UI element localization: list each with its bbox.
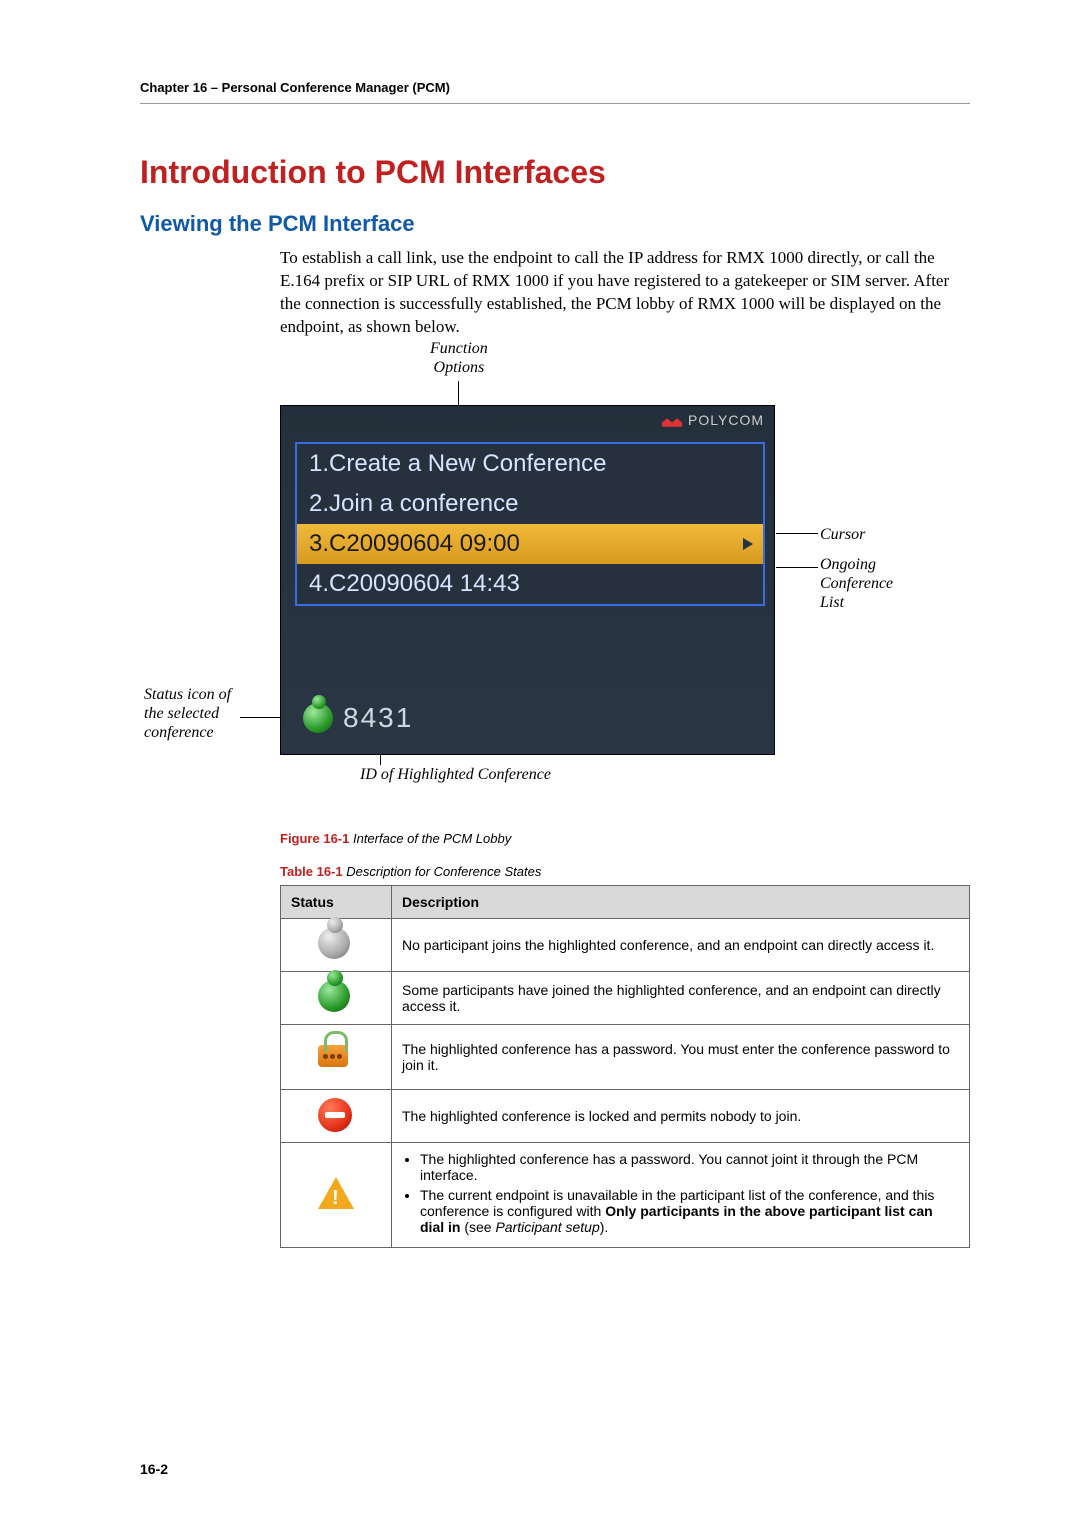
table-caption: Table 16-1 Description for Conference St… bbox=[280, 864, 970, 879]
locked-no-join-icon bbox=[318, 1098, 352, 1132]
pcm-lobby-screenshot: POLYCOM 1.Create a New Conference 2.Join… bbox=[280, 405, 775, 755]
participant-joined-icon bbox=[303, 703, 333, 733]
callout-ongoing-list: Ongoing Conference List bbox=[820, 555, 893, 613]
heading-2: Viewing the PCM Interface bbox=[140, 211, 970, 237]
password-lock-icon bbox=[318, 1045, 348, 1067]
figure-number: Figure 16-1 bbox=[280, 831, 349, 846]
callout-function-options: Function Options bbox=[430, 339, 488, 377]
list-item: The current endpoint is unavailable in t… bbox=[420, 1187, 959, 1235]
status-table: Status Description No participant joins … bbox=[280, 885, 970, 1248]
warning-icon bbox=[318, 1177, 354, 1209]
menu-item-conference-2[interactable]: 4.C20090604 14:43 bbox=[297, 564, 763, 604]
page-number: 16-2 bbox=[140, 1461, 168, 1477]
desc-cell: The highlighted conference is locked and… bbox=[392, 1089, 970, 1142]
figure-caption: Figure 16-1 Interface of the PCM Lobby bbox=[280, 831, 970, 846]
status-cell bbox=[281, 1089, 392, 1142]
figure-title: Interface of the PCM Lobby bbox=[349, 831, 511, 846]
desc-cell: Some participants have joined the highli… bbox=[392, 971, 970, 1024]
figure-block: Function Options Cursor Ongoing Conferen… bbox=[140, 345, 970, 825]
heading-1: Introduction to PCM Interfaces bbox=[140, 154, 970, 191]
no-participant-icon bbox=[318, 927, 350, 959]
brand-text: POLYCOM bbox=[688, 412, 764, 428]
table-title: Description for Conference States bbox=[343, 864, 542, 879]
callout-id-highlighted: ID of Highlighted Conference bbox=[360, 765, 551, 784]
menu-item-create-conference[interactable]: 1.Create a New Conference bbox=[297, 444, 763, 484]
menu-item-conference-1[interactable]: 3.C20090604 09:00 bbox=[297, 524, 763, 564]
status-cell bbox=[281, 1142, 392, 1247]
th-status: Status bbox=[281, 885, 392, 918]
brand-label: POLYCOM bbox=[662, 412, 764, 428]
status-cell bbox=[281, 1024, 392, 1089]
desc-cell: The highlighted conference has a passwor… bbox=[392, 1142, 970, 1247]
callout-cursor: Cursor bbox=[820, 525, 865, 544]
chapter-header: Chapter 16 – Personal Conference Manager… bbox=[140, 80, 970, 104]
pcm-menu: 1.Create a New Conference 2.Join a confe… bbox=[295, 442, 765, 606]
table-header-row: Status Description bbox=[281, 885, 970, 918]
menu-item-join-conference[interactable]: 2.Join a conference bbox=[297, 484, 763, 524]
callout-line bbox=[776, 533, 818, 534]
participant-joined-icon bbox=[318, 980, 350, 1012]
status-cell bbox=[281, 971, 392, 1024]
callout-status-icon: Status icon of the selected conference bbox=[144, 685, 231, 743]
table-row: The highlighted conference has a passwor… bbox=[281, 1024, 970, 1089]
callout-line bbox=[458, 381, 459, 405]
table-row: The highlighted conference is locked and… bbox=[281, 1089, 970, 1142]
desc-cell: No participant joins the highlighted con… bbox=[392, 918, 970, 971]
polycom-logo-icon bbox=[662, 413, 682, 427]
status-cell bbox=[281, 918, 392, 971]
list-item: The highlighted conference has a passwor… bbox=[420, 1151, 959, 1183]
table-row: Some participants have joined the highli… bbox=[281, 971, 970, 1024]
status-bar: 8431 bbox=[303, 702, 413, 734]
intro-paragraph: To establish a call link, use the endpoi… bbox=[280, 247, 970, 339]
table-row: No participant joins the highlighted con… bbox=[281, 918, 970, 971]
th-description: Description bbox=[392, 885, 970, 918]
conference-id: 8431 bbox=[343, 702, 413, 734]
callout-line bbox=[776, 567, 818, 568]
table-row: The highlighted conference has a passwor… bbox=[281, 1142, 970, 1247]
desc-cell: The highlighted conference has a passwor… bbox=[392, 1024, 970, 1089]
table-number: Table 16-1 bbox=[280, 864, 343, 879]
